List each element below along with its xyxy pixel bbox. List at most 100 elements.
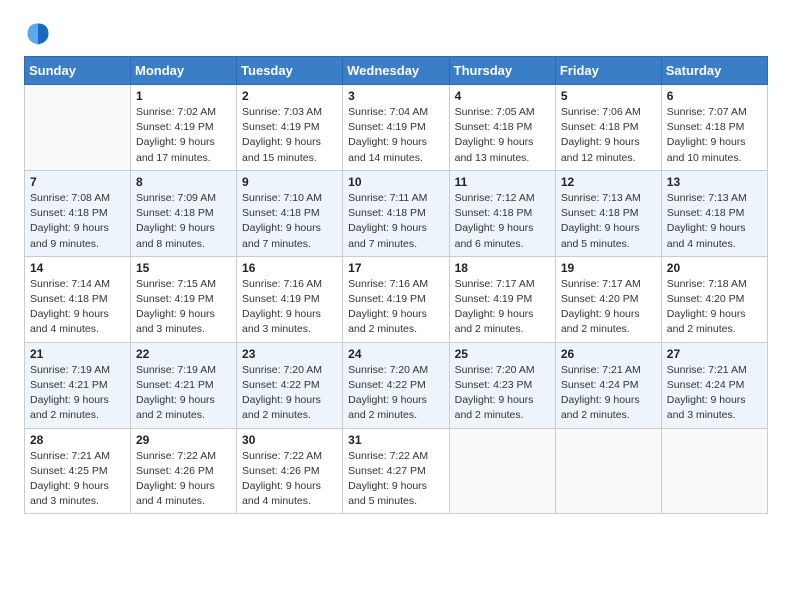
calendar-cell: 3 Sunrise: 7:04 AMSunset: 4:19 PMDaylight… bbox=[343, 85, 449, 171]
weekday-header-tuesday: Tuesday bbox=[237, 57, 343, 85]
day-info: Sunrise: 7:02 AMSunset: 4:19 PMDaylight:… bbox=[136, 105, 231, 166]
day-number: 4 bbox=[455, 89, 550, 103]
day-number: 29 bbox=[136, 433, 231, 447]
day-info: Sunrise: 7:21 AMSunset: 4:24 PMDaylight:… bbox=[667, 363, 762, 424]
day-number: 9 bbox=[242, 175, 337, 189]
calendar-cell: 29 Sunrise: 7:22 AMSunset: 4:26 PMDayligh… bbox=[131, 428, 237, 514]
day-info: Sunrise: 7:11 AMSunset: 4:18 PMDaylight:… bbox=[348, 191, 443, 252]
calendar-cell: 15 Sunrise: 7:15 AMSunset: 4:19 PMDayligh… bbox=[131, 256, 237, 342]
calendar-cell: 9Sunrise: 7:10 AMSunset: 4:18 PMDaylight… bbox=[237, 170, 343, 256]
weekday-header-sunday: Sunday bbox=[25, 57, 131, 85]
day-number: 8 bbox=[136, 175, 231, 189]
day-number: 26 bbox=[561, 347, 656, 361]
day-number: 31 bbox=[348, 433, 443, 447]
day-number: 16 bbox=[242, 261, 337, 275]
day-number: 3 bbox=[348, 89, 443, 103]
calendar-cell: 23 Sunrise: 7:20 AMSunset: 4:22 PMDayligh… bbox=[237, 342, 343, 428]
day-info: Sunrise: 7:20 AMSunset: 4:22 PMDaylight:… bbox=[242, 363, 337, 424]
calendar-cell: 18 Sunrise: 7:17 AMSunset: 4:19 PMDayligh… bbox=[449, 256, 555, 342]
day-number: 30 bbox=[242, 433, 337, 447]
calendar-cell: 25Sunrise: 7:20 AMSunset: 4:23 PMDayligh… bbox=[449, 342, 555, 428]
calendar-cell: 5 Sunrise: 7:06 AMSunset: 4:18 PMDaylight… bbox=[555, 85, 661, 171]
day-info: Sunrise: 7:20 AMSunset: 4:22 PMDaylight:… bbox=[348, 363, 443, 424]
weekday-header-monday: Monday bbox=[131, 57, 237, 85]
day-info: Sunrise: 7:12 AMSunset: 4:18 PMDaylight:… bbox=[455, 191, 550, 252]
calendar-cell: 22 Sunrise: 7:19 AMSunset: 4:21 PMDayligh… bbox=[131, 342, 237, 428]
day-number: 19 bbox=[561, 261, 656, 275]
day-number: 21 bbox=[30, 347, 125, 361]
day-number: 28 bbox=[30, 433, 125, 447]
calendar-cell: 21 Sunrise: 7:19 AMSunset: 4:21 PMDayligh… bbox=[25, 342, 131, 428]
calendar-cell: 8 Sunrise: 7:09 AMSunset: 4:18 PMDaylight… bbox=[131, 170, 237, 256]
day-info: Sunrise: 7:15 AMSunset: 4:19 PMDaylight:… bbox=[136, 277, 231, 338]
day-info: Sunrise: 7:13 AMSunset: 4:18 PMDaylight:… bbox=[561, 191, 656, 252]
weekday-header-saturday: Saturday bbox=[661, 57, 767, 85]
day-number: 22 bbox=[136, 347, 231, 361]
day-info: Sunrise: 7:22 AMSunset: 4:27 PMDaylight:… bbox=[348, 449, 443, 510]
calendar-cell: 10 Sunrise: 7:11 AMSunset: 4:18 PMDayligh… bbox=[343, 170, 449, 256]
day-number: 25 bbox=[455, 347, 550, 361]
calendar-cell: 6 Sunrise: 7:07 AMSunset: 4:18 PMDaylight… bbox=[661, 85, 767, 171]
day-number: 17 bbox=[348, 261, 443, 275]
calendar-cell: 26 Sunrise: 7:21 AMSunset: 4:24 PMDayligh… bbox=[555, 342, 661, 428]
page-header bbox=[24, 20, 768, 48]
calendar-cell: 7 Sunrise: 7:08 AMSunset: 4:18 PMDaylight… bbox=[25, 170, 131, 256]
day-info: Sunrise: 7:07 AMSunset: 4:18 PMDaylight:… bbox=[667, 105, 762, 166]
day-number: 11 bbox=[455, 175, 550, 189]
calendar-cell: 13Sunrise: 7:13 AMSunset: 4:18 PMDayligh… bbox=[661, 170, 767, 256]
calendar-cell: 28 Sunrise: 7:21 AMSunset: 4:25 PMDayligh… bbox=[25, 428, 131, 514]
calendar-cell: 20 Sunrise: 7:18 AMSunset: 4:20 PMDayligh… bbox=[661, 256, 767, 342]
calendar-cell: 17 Sunrise: 7:16 AMSunset: 4:19 PMDayligh… bbox=[343, 256, 449, 342]
day-number: 23 bbox=[242, 347, 337, 361]
calendar-week-3: 14 Sunrise: 7:14 AMSunset: 4:18 PMDayligh… bbox=[25, 256, 768, 342]
calendar-cell bbox=[661, 428, 767, 514]
day-info: Sunrise: 7:21 AMSunset: 4:24 PMDaylight:… bbox=[561, 363, 656, 424]
calendar-week-4: 21 Sunrise: 7:19 AMSunset: 4:21 PMDayligh… bbox=[25, 342, 768, 428]
weekday-header-friday: Friday bbox=[555, 57, 661, 85]
calendar-cell: 30 Sunrise: 7:22 AMSunset: 4:26 PMDayligh… bbox=[237, 428, 343, 514]
day-info: Sunrise: 7:22 AMSunset: 4:26 PMDaylight:… bbox=[136, 449, 231, 510]
day-number: 14 bbox=[30, 261, 125, 275]
logo-icon bbox=[24, 20, 52, 48]
logo bbox=[24, 20, 56, 48]
calendar-week-1: 1Sunrise: 7:02 AMSunset: 4:19 PMDaylight… bbox=[25, 85, 768, 171]
calendar-cell: 4 Sunrise: 7:05 AMSunset: 4:18 PMDaylight… bbox=[449, 85, 555, 171]
day-info: Sunrise: 7:13 AMSunset: 4:18 PMDaylight:… bbox=[667, 191, 762, 252]
day-number: 12 bbox=[561, 175, 656, 189]
day-info: Sunrise: 7:19 AMSunset: 4:21 PMDaylight:… bbox=[30, 363, 125, 424]
weekday-header-wednesday: Wednesday bbox=[343, 57, 449, 85]
calendar-cell bbox=[555, 428, 661, 514]
day-number: 15 bbox=[136, 261, 231, 275]
day-number: 24 bbox=[348, 347, 443, 361]
day-info: Sunrise: 7:14 AMSunset: 4:18 PMDaylight:… bbox=[30, 277, 125, 338]
calendar-week-5: 28 Sunrise: 7:21 AMSunset: 4:25 PMDayligh… bbox=[25, 428, 768, 514]
day-info: Sunrise: 7:21 AMSunset: 4:25 PMDaylight:… bbox=[30, 449, 125, 510]
day-number: 20 bbox=[667, 261, 762, 275]
day-info: Sunrise: 7:22 AMSunset: 4:26 PMDaylight:… bbox=[242, 449, 337, 510]
day-info: Sunrise: 7:06 AMSunset: 4:18 PMDaylight:… bbox=[561, 105, 656, 166]
day-info: Sunrise: 7:17 AMSunset: 4:20 PMDaylight:… bbox=[561, 277, 656, 338]
calendar-cell: 14 Sunrise: 7:14 AMSunset: 4:18 PMDayligh… bbox=[25, 256, 131, 342]
day-number: 7 bbox=[30, 175, 125, 189]
calendar-cell: 11 Sunrise: 7:12 AMSunset: 4:18 PMDayligh… bbox=[449, 170, 555, 256]
calendar-cell: 1Sunrise: 7:02 AMSunset: 4:19 PMDaylight… bbox=[131, 85, 237, 171]
calendar-cell bbox=[449, 428, 555, 514]
day-info: Sunrise: 7:09 AMSunset: 4:18 PMDaylight:… bbox=[136, 191, 231, 252]
day-number: 5 bbox=[561, 89, 656, 103]
day-info: Sunrise: 7:19 AMSunset: 4:21 PMDaylight:… bbox=[136, 363, 231, 424]
calendar-cell: 31 Sunrise: 7:22 AMSunset: 4:27 PMDayligh… bbox=[343, 428, 449, 514]
day-number: 6 bbox=[667, 89, 762, 103]
calendar-cell: 2Sunrise: 7:03 AMSunset: 4:19 PMDaylight… bbox=[237, 85, 343, 171]
day-number: 18 bbox=[455, 261, 550, 275]
day-info: Sunrise: 7:03 AMSunset: 4:19 PMDaylight:… bbox=[242, 105, 337, 166]
weekday-header-thursday: Thursday bbox=[449, 57, 555, 85]
calendar-cell: 19 Sunrise: 7:17 AMSunset: 4:20 PMDayligh… bbox=[555, 256, 661, 342]
calendar-cell: 27Sunrise: 7:21 AMSunset: 4:24 PMDayligh… bbox=[661, 342, 767, 428]
day-info: Sunrise: 7:18 AMSunset: 4:20 PMDaylight:… bbox=[667, 277, 762, 338]
day-info: Sunrise: 7:05 AMSunset: 4:18 PMDaylight:… bbox=[455, 105, 550, 166]
day-info: Sunrise: 7:17 AMSunset: 4:19 PMDaylight:… bbox=[455, 277, 550, 338]
day-info: Sunrise: 7:04 AMSunset: 4:19 PMDaylight:… bbox=[348, 105, 443, 166]
day-info: Sunrise: 7:16 AMSunset: 4:19 PMDaylight:… bbox=[348, 277, 443, 338]
day-info: Sunrise: 7:08 AMSunset: 4:18 PMDaylight:… bbox=[30, 191, 125, 252]
day-number: 10 bbox=[348, 175, 443, 189]
